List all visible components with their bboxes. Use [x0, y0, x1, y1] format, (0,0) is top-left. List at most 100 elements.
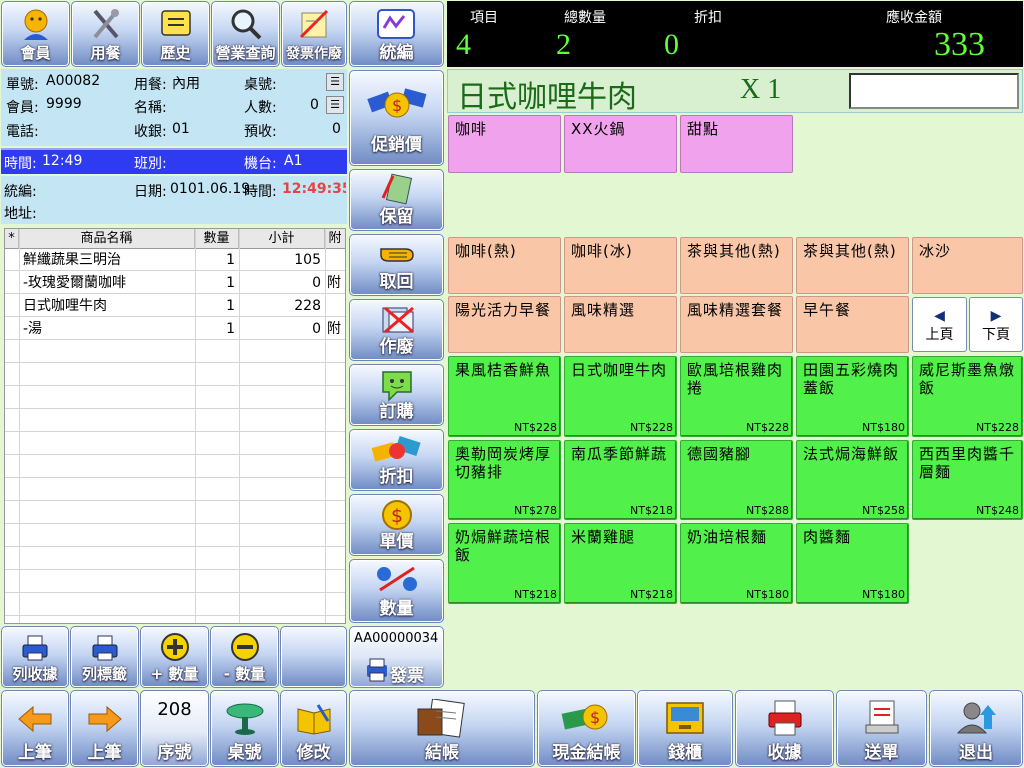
- items-label: 項目: [470, 10, 498, 26]
- subcategory-tea-hot-2[interactable]: 茶與其他(熱): [796, 237, 909, 294]
- items-value: 4: [456, 28, 471, 61]
- product-button[interactable]: 法式焗海鮮飯 NT$258: [796, 440, 909, 520]
- svg-text:$: $: [392, 96, 402, 115]
- void-invoice-icon: [297, 7, 331, 41]
- table-icon: [223, 701, 267, 735]
- discount-button[interactable]: 折扣: [349, 429, 444, 491]
- promo-price-label: 促銷價: [371, 135, 422, 155]
- svg-text:$: $: [391, 505, 403, 527]
- total-qty-value: 2: [556, 28, 571, 61]
- checkout-button[interactable]: 結帳: [349, 690, 535, 767]
- send-order-button[interactable]: 送單: [836, 690, 927, 767]
- prev-record-button-2[interactable]: 上筆: [70, 690, 139, 767]
- amount-due-value: 333: [934, 26, 985, 63]
- exit-button[interactable]: 退出: [929, 690, 1023, 767]
- prev-page-label: 上頁: [925, 327, 954, 343]
- product-price: NT$228: [514, 421, 557, 434]
- prev-record-label-2: 上筆: [87, 743, 122, 763]
- product-button[interactable]: 歐風培根雞肉捲 NT$228: [680, 356, 793, 437]
- category-coffee[interactable]: 咖啡: [448, 115, 561, 173]
- cash-drawer-label: 錢櫃: [668, 743, 702, 763]
- promo-price-button[interactable]: $ 促銷價: [349, 70, 444, 166]
- prev-record-button[interactable]: 上筆: [1, 690, 69, 767]
- table-no-label: 桌號:: [244, 77, 277, 93]
- people-select-icon[interactable]: ☰: [326, 96, 344, 114]
- retrieve-icon: [377, 239, 417, 269]
- quantity-icon: [372, 564, 422, 594]
- receipt-button[interactable]: 收據: [735, 690, 834, 767]
- subcategory-brunch[interactable]: 早午餐: [796, 296, 909, 353]
- subcategory-coffee-hot[interactable]: 咖啡(熱): [448, 237, 561, 294]
- next-page-button[interactable]: ▶ 下頁: [969, 297, 1023, 352]
- quantity-button[interactable]: 數量: [349, 559, 444, 623]
- col-header-subtotal: 小計: [239, 229, 325, 249]
- cashier-label: 收銀:: [134, 124, 167, 140]
- amount-due-label: 應收金額: [886, 10, 942, 26]
- item-extra: 附: [327, 275, 341, 291]
- print-receipt-button[interactable]: 列收據: [1, 626, 69, 688]
- col-header-extra: 附: [325, 229, 345, 249]
- cash-checkout-button[interactable]: $ 現金結帳: [537, 690, 636, 767]
- product-price: NT$228: [630, 421, 673, 434]
- product-button[interactable]: 威尼斯墨魚燉飯 NT$228: [912, 356, 1023, 437]
- subcategory-featured[interactable]: 風味精選: [564, 296, 677, 353]
- product-button[interactable]: 奶油培根麵 NT$180: [680, 523, 793, 604]
- table-number-button[interactable]: 桌號: [210, 690, 279, 767]
- retrieve-button[interactable]: 取回: [349, 234, 444, 296]
- product-button[interactable]: 肉醬麵 NT$180: [796, 523, 909, 604]
- subcategory-breakfast[interactable]: 陽光活力早餐: [448, 296, 561, 353]
- increase-qty-button[interactable]: + 數量: [140, 626, 209, 688]
- product-price: NT$248: [976, 504, 1019, 517]
- date-label: 日期:: [134, 184, 167, 200]
- product-button[interactable]: 奧勒岡炭烤厚切豬排 NT$278: [448, 440, 561, 520]
- product-button[interactable]: 田園五彩燒肉蓋飯 NT$180: [796, 356, 909, 437]
- sequence-value: 208: [157, 699, 192, 720]
- history-button[interactable]: 歷史: [141, 1, 210, 67]
- invoice-button[interactable]: AA00000034 發票: [349, 626, 444, 688]
- tax-id-button[interactable]: 統編: [349, 1, 444, 67]
- subcategory-featured-set[interactable]: 風味精選套餐: [680, 296, 793, 353]
- table-select-icon[interactable]: ☰: [326, 73, 344, 91]
- void-button[interactable]: 作廢: [349, 299, 444, 361]
- item-name: -湯: [23, 321, 43, 337]
- unit-price-button[interactable]: $ 單價: [349, 494, 444, 556]
- total-qty-label: 總數量: [564, 10, 606, 26]
- invoice-label: 發票: [390, 666, 424, 686]
- decrease-qty-button[interactable]: - 數量: [210, 626, 279, 688]
- dine-button[interactable]: 用餐: [71, 1, 140, 67]
- sequence-label: 序號: [157, 743, 192, 763]
- cash-drawer-button[interactable]: 錢櫃: [637, 690, 733, 767]
- business-query-button[interactable]: 營業查詢: [211, 1, 280, 67]
- search-input[interactable]: [849, 73, 1019, 109]
- item-name: -玫瑰愛爾蘭咖啡: [23, 275, 127, 291]
- subcategory-smoothie[interactable]: 冰沙: [912, 237, 1023, 294]
- subcategory-coffee-iced[interactable]: 咖啡(冰): [564, 237, 677, 294]
- print-label-button[interactable]: 列標籤: [70, 626, 139, 688]
- order-button[interactable]: 訂購: [349, 364, 444, 426]
- modify-label: 修改: [296, 743, 331, 763]
- subcategory-tea-hot-1[interactable]: 茶與其他(熱): [680, 237, 793, 294]
- product-button[interactable]: 日式咖哩牛肉 NT$228: [564, 356, 677, 437]
- product-price: NT$180: [862, 421, 905, 434]
- product-button[interactable]: 米蘭雞腿 NT$218: [564, 523, 677, 604]
- people-value: 0: [310, 97, 319, 113]
- member-icon: [19, 7, 53, 41]
- prev-page-button[interactable]: ◀ 上頁: [912, 297, 967, 352]
- category-dessert[interactable]: 甜點: [680, 115, 793, 173]
- product-button[interactable]: 西西里肉醬千層麵 NT$248: [912, 440, 1023, 520]
- blank-button[interactable]: [280, 626, 347, 688]
- product-price: NT$258: [862, 504, 905, 517]
- member-button[interactable]: 會員: [1, 1, 70, 67]
- product-button[interactable]: 南瓜季節鮮蔬 NT$218: [564, 440, 677, 520]
- void-invoice-button[interactable]: 發票作廢: [281, 1, 347, 67]
- checkout-label: 結帳: [425, 743, 459, 763]
- product-button[interactable]: 奶焗鮮蔬培根飯 NT$218: [448, 523, 561, 604]
- product-name: 奶焗鮮蔬培根飯: [455, 528, 552, 564]
- modify-button[interactable]: 修改: [280, 690, 347, 767]
- sequence-button[interactable]: 208 序號: [140, 690, 209, 767]
- product-button[interactable]: 德國豬腳 NT$288: [680, 440, 793, 520]
- hold-button[interactable]: 保留: [349, 169, 444, 231]
- category-hotpot[interactable]: XX火鍋: [564, 115, 677, 173]
- history-label: 歷史: [160, 44, 191, 62]
- product-button[interactable]: 果風桔香鮮魚 NT$228: [448, 356, 561, 437]
